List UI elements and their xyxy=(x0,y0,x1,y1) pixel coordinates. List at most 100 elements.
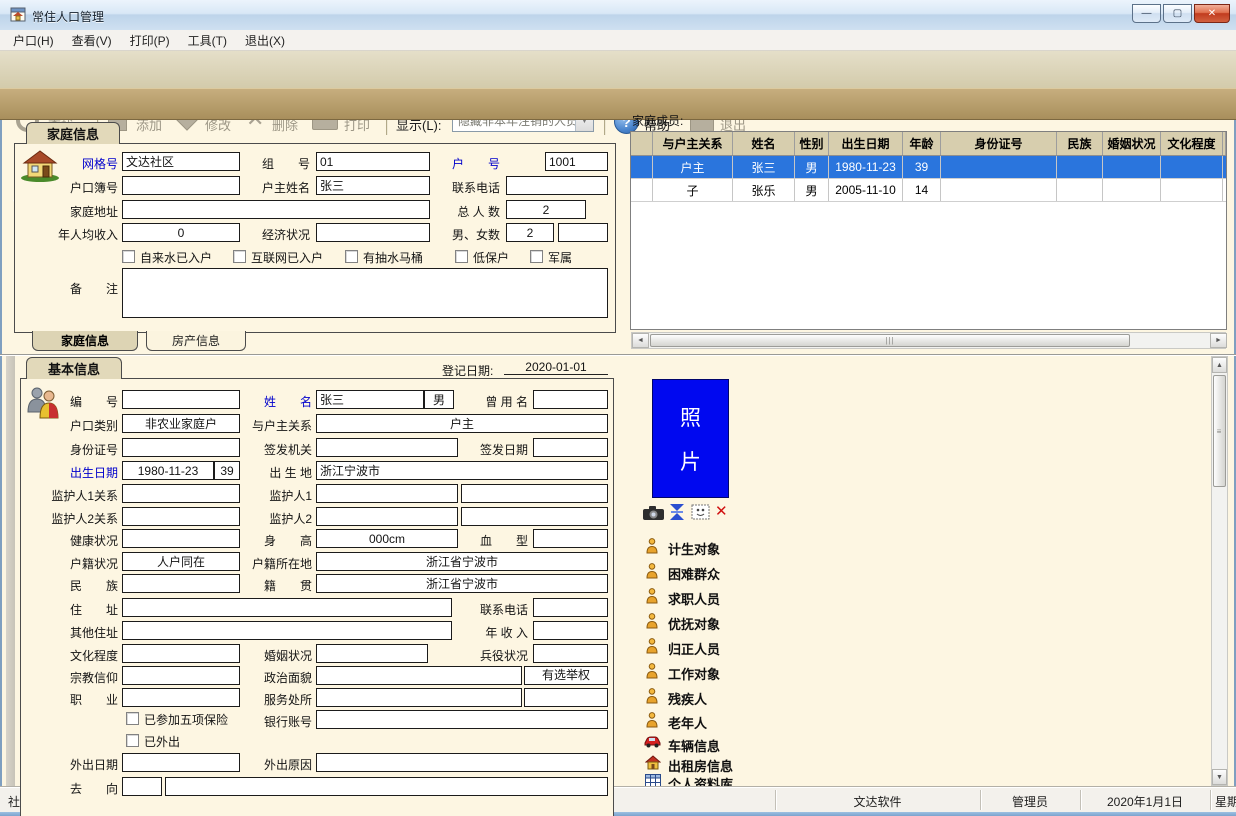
native-place-input[interactable] xyxy=(316,574,608,593)
preview-icon[interactable] xyxy=(691,504,710,520)
remark-textarea[interactable] xyxy=(122,268,608,318)
destination-code-input[interactable] xyxy=(122,777,162,796)
camera-icon[interactable] xyxy=(643,506,664,520)
link-preferential-care[interactable]: 优抚对象 xyxy=(668,614,720,633)
total-people-input[interactable] xyxy=(506,200,586,219)
military-family-checkbox[interactable] xyxy=(530,250,543,263)
delete-photo-icon[interactable]: ✕ xyxy=(715,504,728,519)
table-row[interactable]: 户主 张三 男 1980-11-23 39 xyxy=(631,156,1226,179)
members-header-birth[interactable]: 出生日期 xyxy=(829,132,903,155)
members-header-age[interactable]: 年龄 xyxy=(903,132,941,155)
birth-date-input[interactable] xyxy=(122,461,214,480)
menu-print[interactable]: 打印(P) xyxy=(121,30,179,51)
tab-basic-info[interactable]: 基本信息 xyxy=(26,357,122,379)
link-vehicle-info[interactable]: 车辆信息 xyxy=(668,736,720,755)
other-address-input[interactable] xyxy=(122,621,452,640)
education-input[interactable] xyxy=(122,644,240,663)
issue-org-input[interactable] xyxy=(316,438,458,457)
ethnic-input[interactable] xyxy=(122,574,240,593)
scroll-left-button[interactable]: ◄ xyxy=(632,333,649,348)
members-header-ethnic[interactable]: 民族 xyxy=(1057,132,1103,155)
name-input[interactable] xyxy=(316,390,424,409)
economy-input[interactable] xyxy=(316,223,430,242)
height-input[interactable] xyxy=(316,529,458,548)
guardian1-relation-input[interactable] xyxy=(122,484,240,503)
members-header-gender[interactable]: 性别 xyxy=(795,132,829,155)
household-no-input[interactable] xyxy=(545,152,608,171)
bank-account-input[interactable] xyxy=(316,710,608,729)
hukou-type-input[interactable] xyxy=(122,414,240,433)
annual-income-input[interactable] xyxy=(533,621,608,640)
members-hscrollbar[interactable]: ◄ ||| ► xyxy=(631,332,1226,349)
id-no-input[interactable] xyxy=(122,438,240,457)
link-work-targets[interactable]: 工作对象 xyxy=(668,664,720,683)
family-phone-input[interactable] xyxy=(506,176,608,195)
health-input[interactable] xyxy=(122,529,240,548)
lower-vscrollbar[interactable]: ▲ ≡ ▼ xyxy=(1211,356,1228,786)
workplace-extra-input[interactable] xyxy=(524,688,608,707)
low-income-checkbox[interactable] xyxy=(455,250,468,263)
link-rental-housing-info[interactable]: 出租房信息 xyxy=(668,756,733,775)
religion-input[interactable] xyxy=(122,666,240,685)
internet-checkbox[interactable] xyxy=(233,250,246,263)
family-address-input[interactable] xyxy=(122,200,430,219)
guardian2-extra-input[interactable] xyxy=(461,507,608,526)
out-reason-input[interactable] xyxy=(316,753,608,772)
marriage-input[interactable] xyxy=(316,644,428,663)
blood-type-input[interactable] xyxy=(533,529,608,548)
birthplace-input[interactable] xyxy=(316,461,608,480)
insurance-checkbox[interactable] xyxy=(126,712,139,725)
link-family-planning[interactable]: 计生对象 xyxy=(668,539,720,558)
vscroll-thumb[interactable]: ≡ xyxy=(1213,375,1226,487)
flush-toilet-checkbox[interactable] xyxy=(345,250,358,263)
head-name-input[interactable] xyxy=(316,176,430,195)
hukou-address-input[interactable] xyxy=(316,552,608,571)
hukou-status-input[interactable] xyxy=(122,552,240,571)
guardian2-relation-input[interactable] xyxy=(122,507,240,526)
gender-input[interactable] xyxy=(424,390,454,409)
maximize-button[interactable]: ▢ xyxy=(1163,4,1192,23)
booklet-no-input[interactable] xyxy=(122,176,240,195)
voting-right-field[interactable]: 有选举权 xyxy=(524,666,608,685)
members-header-education[interactable]: 文化程度 xyxy=(1161,132,1223,155)
occupation-input[interactable] xyxy=(122,688,240,707)
tab-family-info-bottom[interactable]: 家庭信息 xyxy=(32,331,138,351)
scroll-up-button[interactable]: ▲ xyxy=(1212,357,1227,373)
menu-tools[interactable]: 工具(T) xyxy=(179,30,236,51)
link-job-seekers[interactable]: 求职人员 xyxy=(668,589,720,608)
link-rehabilitated[interactable]: 归正人员 xyxy=(668,639,720,658)
tab-property-info-bottom[interactable]: 房产信息 xyxy=(146,331,246,351)
close-button[interactable]: ✕ xyxy=(1194,4,1230,23)
issue-date-input[interactable] xyxy=(533,438,608,457)
link-needy-people[interactable]: 困难群众 xyxy=(668,564,720,583)
table-row[interactable]: 子 张乐 男 2005-11-10 14 xyxy=(631,179,1226,202)
tab-family-info[interactable]: 家庭信息 xyxy=(26,122,120,144)
politics-input[interactable] xyxy=(316,666,522,685)
female-count-input[interactable] xyxy=(558,223,608,242)
out-date-input[interactable] xyxy=(122,753,240,772)
scroll-down-button[interactable]: ▼ xyxy=(1212,769,1227,785)
tap-water-checkbox[interactable] xyxy=(122,250,135,263)
guardian1-extra-input[interactable] xyxy=(461,484,608,503)
group-no-input[interactable] xyxy=(316,152,430,171)
members-header-relation[interactable]: 与户主关系 xyxy=(653,132,733,155)
menu-exit[interactable]: 退出(X) xyxy=(236,30,294,51)
link-elderly[interactable]: 老年人 xyxy=(668,713,707,732)
members-header-name[interactable]: 姓名 xyxy=(733,132,795,155)
hscroll-thumb[interactable]: ||| xyxy=(650,334,1130,347)
grid-no-input[interactable] xyxy=(122,152,240,171)
minimize-button[interactable]: — xyxy=(1132,4,1161,23)
scroll-right-button[interactable]: ► xyxy=(1210,333,1227,348)
address-input[interactable] xyxy=(122,598,452,617)
workplace-input[interactable] xyxy=(316,688,522,707)
went-out-checkbox[interactable] xyxy=(126,734,139,747)
menu-hukou[interactable]: 户口(H) xyxy=(4,30,63,51)
guardian2-input[interactable] xyxy=(316,507,458,526)
destination-input[interactable] xyxy=(165,777,608,796)
record-no-input[interactable] xyxy=(122,390,240,409)
members-header-marriage[interactable]: 婚姻状况 xyxy=(1103,132,1161,155)
former-name-input[interactable] xyxy=(533,390,608,409)
members-header-idno[interactable]: 身份证号 xyxy=(941,132,1057,155)
menu-view[interactable]: 查看(V) xyxy=(63,30,121,51)
income-per-capita-input[interactable] xyxy=(122,223,240,242)
